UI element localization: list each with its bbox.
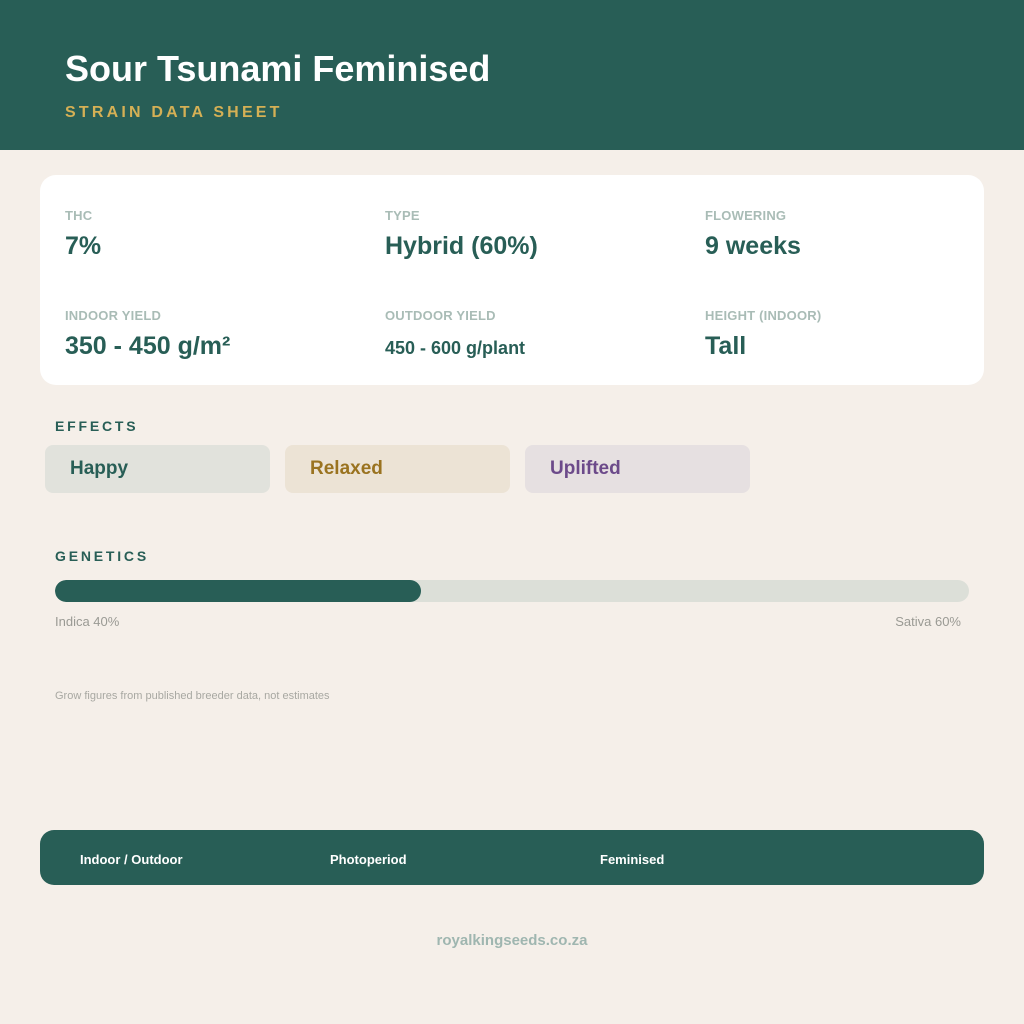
genetics-bar <box>55 580 969 602</box>
genetics-heading: GENETICS <box>55 548 149 564</box>
stat-value: 450 - 600 g/plant <box>385 338 526 358</box>
sativa-label: Sativa 60% <box>895 614 961 629</box>
indica-label: Indica 40% <box>55 614 120 629</box>
stat-value: Tall <box>705 332 747 360</box>
stat-thc: THC 7% <box>65 208 101 261</box>
page-subtitle: STRAIN DATA SHEET <box>65 104 283 121</box>
footer-item-environment: Indoor / Outdoor <box>80 852 183 867</box>
effects-heading: EFFECTS <box>55 418 139 434</box>
header-banner: Sour Tsunami Feminised STRAIN DATA SHEET <box>0 0 1024 150</box>
stat-value: 9 weeks <box>705 232 801 260</box>
website-url: royalkingseeds.co.za <box>436 932 588 949</box>
footer-item-seed-type: Feminised <box>600 852 665 867</box>
stat-label: FLOWERING <box>705 208 787 223</box>
stat-label: THC <box>65 208 93 223</box>
stat-height: HEIGHT (INDOOR) Tall <box>705 308 821 361</box>
stat-label: INDOOR YIELD <box>65 308 162 323</box>
stat-outdoor-yield: OUTDOOR YIELD 450 - 600 g/plant <box>385 308 525 359</box>
stat-flowering: FLOWERING 9 weeks <box>705 208 801 261</box>
effect-tag-relaxed: Relaxed <box>285 445 510 493</box>
stat-type: TYPE Hybrid (60%) <box>385 208 538 261</box>
stat-value: Hybrid (60%) <box>385 232 538 260</box>
stat-label: TYPE <box>385 208 420 223</box>
effect-tag-happy: Happy <box>45 445 270 493</box>
page-title: Sour Tsunami Feminised <box>65 48 491 89</box>
effect-tag-uplifted: Uplifted <box>525 445 750 493</box>
genetics-indica-fill <box>55 580 421 602</box>
footer-bar: Indoor / Outdoor Photoperiod Feminised <box>40 830 984 885</box>
stat-value: 350 - 450 g/m² <box>65 332 231 360</box>
stat-label: HEIGHT (INDOOR) <box>705 308 822 323</box>
stat-indoor-yield: INDOOR YIELD 350 - 450 g/m² <box>65 308 230 361</box>
stat-value: 7% <box>65 232 102 260</box>
footer-item-cycle: Photoperiod <box>330 852 407 867</box>
stats-card: THC 7% TYPE Hybrid (60%) FLOWERING 9 wee… <box>40 175 984 385</box>
stat-label: OUTDOOR YIELD <box>385 308 496 323</box>
footnote: Grow figures from published breeder data… <box>55 690 330 702</box>
